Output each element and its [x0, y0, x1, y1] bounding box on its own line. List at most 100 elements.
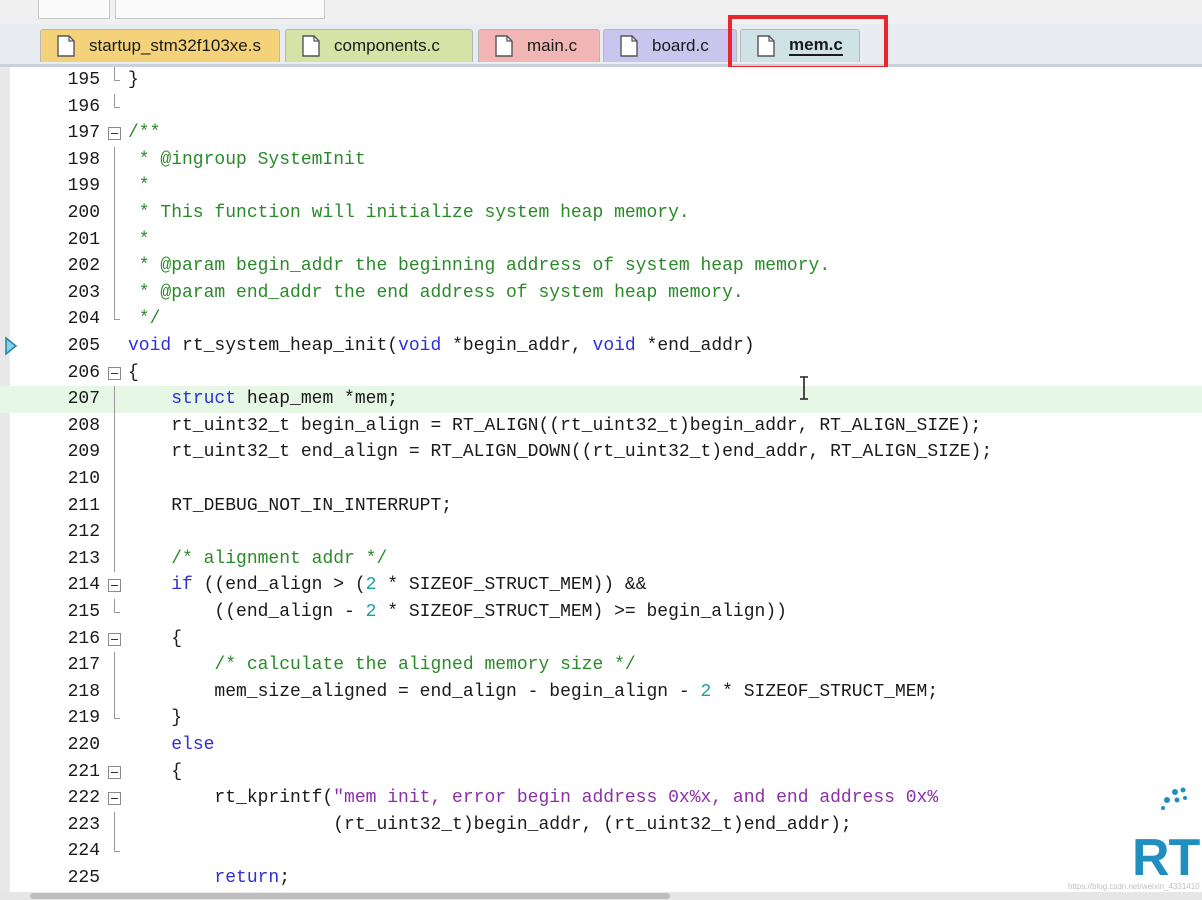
code-line[interactable]: 223 (rt_uint32_t)begin_addr, (rt_uint32_… — [0, 811, 1202, 839]
logo-dots-icon — [1161, 787, 1187, 810]
code-token: rt_kprintf( — [128, 788, 334, 809]
code-line[interactable]: 209 rt_uint32_t end_align = RT_ALIGN_DOW… — [0, 439, 1202, 466]
fold-guide-end — [114, 93, 120, 108]
code-line[interactable]: 210 — [0, 466, 1202, 493]
code-text: mem_size_aligned = end_align - begin_ali… — [128, 679, 938, 706]
fold-guide — [114, 226, 115, 254]
code-text: (rt_uint32_t)begin_addr, (rt_uint32_t)en… — [128, 812, 852, 839]
line-number: 218 — [67, 681, 100, 702]
line-number: 206 — [67, 362, 100, 383]
line-number: 195 — [67, 70, 100, 90]
code-text: /* calculate the aligned memory size */ — [128, 652, 635, 679]
code-text: void rt_system_heap_init(void *begin_add… — [128, 333, 755, 360]
tab-startup-stm32f103xe-s[interactable]: startup_stm32f103xe.s — [40, 29, 280, 62]
toolbar-button[interactable] — [38, 0, 110, 19]
fold-guide — [114, 439, 115, 466]
code-line[interactable]: 200 * This function will initialize syst… — [0, 200, 1202, 227]
fold-guide — [114, 492, 115, 520]
code-token: (rt_uint32_t)begin_addr, (rt_uint32_t)en… — [128, 814, 852, 835]
line-number: 217 — [67, 655, 100, 676]
scrollbar-thumb[interactable] — [30, 893, 670, 899]
code-token: * SIZEOF_STRUCT_MEM) >= begin_align)) — [376, 602, 787, 622]
code-line[interactable]: 206 { — [0, 360, 1202, 387]
code-text: { — [128, 759, 182, 786]
fold-guide — [114, 652, 115, 679]
code-line[interactable]: 201 * — [0, 226, 1202, 254]
code-token: * This function will initialize system h… — [128, 203, 690, 223]
fold-toggle-icon[interactable] — [108, 127, 121, 141]
fold-toggle-icon[interactable] — [108, 792, 121, 806]
code-text: rt_uint32_t end_align = RT_ALIGN_DOWN((r… — [128, 439, 992, 466]
line-number: 211 — [67, 495, 100, 516]
code-line[interactable]: 225 return; — [0, 865, 1202, 892]
fold-toggle-icon[interactable] — [108, 579, 121, 593]
fold-toggle-icon[interactable] — [108, 366, 121, 380]
code-line[interactable]: 212 — [0, 519, 1202, 546]
code-text: RT_DEBUG_NOT_IN_INTERRUPT; — [128, 493, 452, 520]
tab-label: components.c — [334, 36, 440, 55]
code-line[interactable]: 199 * — [0, 173, 1202, 200]
fold-toggle-icon[interactable] — [108, 765, 121, 779]
toolbar-button[interactable] — [115, 0, 325, 19]
code-token: { — [128, 761, 183, 782]
line-number: 202 — [67, 256, 100, 277]
code-line[interactable]: 215 ((end_align - 2 * SIZEOF_STRUCT_MEM)… — [0, 599, 1202, 626]
line-number: 219 — [67, 708, 100, 729]
code-line[interactable]: 219 } — [0, 705, 1202, 732]
code-text: /* alignment addr */ — [128, 546, 387, 573]
code-token: heap_mem *mem; — [236, 389, 399, 410]
code-editor[interactable]: 195} 196 197/** 198 * @ingroup SystemInit 19… — [0, 67, 1202, 892]
code-token: 2 — [365, 575, 377, 596]
code-line[interactable]: 203 * @param end_addr the end address of… — [0, 279, 1202, 307]
code-line[interactable]: 224 — [0, 838, 1202, 865]
code-line[interactable]: 217 /* calculate the aligned memory size… — [0, 652, 1202, 679]
fold-guide — [114, 545, 115, 573]
code-line[interactable]: 211 RT_DEBUG_NOT_IN_INTERRUPT; — [0, 492, 1202, 520]
code-text: */ — [128, 306, 161, 333]
horizontal-scrollbar[interactable] — [0, 892, 1202, 900]
file-tab-bar: startup_stm32f103xe.s components.c main.… — [0, 24, 1202, 67]
code-line[interactable]: 208 rt_uint32_t begin_align = RT_ALIGN((… — [0, 412, 1202, 440]
code-line[interactable]: 213 /* alignment addr */ — [0, 545, 1202, 573]
fold-toggle-icon[interactable] — [108, 632, 121, 646]
code-line[interactable]: 222 rt_kprintf("mem init, error begin ad… — [0, 785, 1202, 812]
code-line[interactable]: 205 void rt_system_heap_init(void *begin_… — [0, 333, 1202, 360]
tab-components-c[interactable]: components.c — [285, 29, 473, 62]
code-line[interactable]: 198 * @ingroup SystemInit — [0, 146, 1202, 174]
rt-logo-text: RT — [1132, 829, 1200, 887]
code-text: rt_kprintf("mem init, error begin addres… — [128, 785, 938, 812]
line-number: 225 — [67, 868, 100, 888]
code-text: } — [128, 705, 182, 732]
fold-guide — [114, 678, 115, 706]
code-line[interactable]: 202 * @param begin_addr the beginning ad… — [0, 253, 1202, 280]
code-line[interactable]: 197 /** — [0, 120, 1202, 147]
tab-board-c[interactable]: board.c — [603, 29, 737, 62]
code-text: * This function will initialize system h… — [128, 200, 690, 227]
line-number: 223 — [67, 814, 100, 835]
code-line[interactable]: 196 — [0, 93, 1202, 121]
fold-guide — [114, 200, 115, 227]
code-token: RT_DEBUG_NOT_IN_INTERRUPT; — [128, 495, 453, 516]
code-text: return; — [128, 865, 290, 892]
code-line[interactable]: 218 mem_size_aligned = end_align - begin… — [0, 678, 1202, 706]
line-number: 203 — [67, 282, 100, 303]
code-line[interactable]: 216 { — [0, 626, 1202, 653]
code-line[interactable]: 207 struct heap_mem *mem; — [0, 386, 1202, 413]
code-line[interactable]: 195} — [0, 67, 1202, 94]
code-token: else — [171, 735, 215, 755]
code-line[interactable]: 221 { — [0, 759, 1202, 786]
code-token: return — [214, 868, 280, 888]
code-token: ; — [279, 868, 291, 888]
highlight-box — [728, 15, 888, 70]
tab-main-c[interactable]: main.c — [478, 29, 600, 62]
code-line[interactable]: 220 else — [0, 732, 1202, 759]
code-token: */ — [128, 309, 161, 330]
code-line[interactable]: 204 */ — [0, 306, 1202, 333]
code-token: } — [128, 708, 183, 729]
fold-guide — [114, 173, 115, 200]
tab-label: main.c — [527, 36, 578, 55]
code-line[interactable]: 214 if ((end_align > (2 * SIZEOF_STRUCT_… — [0, 572, 1202, 599]
